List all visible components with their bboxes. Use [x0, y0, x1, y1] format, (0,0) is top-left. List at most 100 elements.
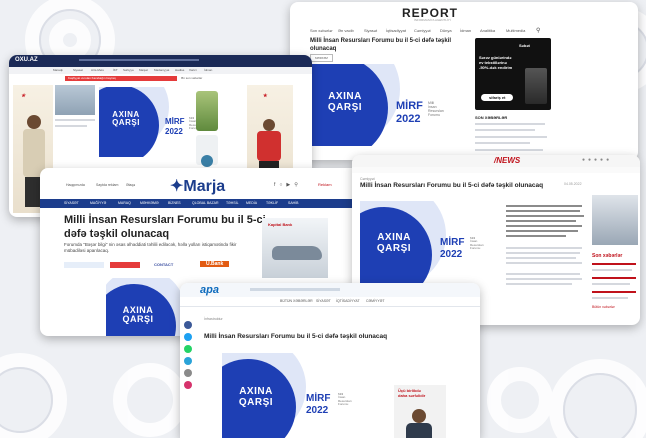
axina-qarsi-banner: AXINAQARŞI MİRF 2022 MilliİnsanResurslar… — [99, 87, 207, 157]
nav-item[interactable]: MEDİA — [246, 201, 257, 205]
oxu-logo[interactable]: OXU.AZ — [15, 57, 38, 63]
nav-item[interactable]: İdman — [204, 68, 212, 72]
nav-item[interactable]: MƏHKƏMƏ — [140, 201, 159, 205]
nav-item[interactable]: Cəmiyyət — [414, 28, 431, 33]
oxu-latest-link[interactable]: Ən son xəbərlər — [181, 76, 202, 80]
news-date: 04.05.2022 — [564, 182, 582, 186]
search-icon[interactable]: ⚲ — [294, 182, 302, 188]
marja-logo-icon: ✦ — [170, 178, 184, 195]
news-logo[interactable]: /NEWS — [494, 156, 520, 165]
nav-item[interactable]: Xarici — [189, 68, 197, 72]
nav-item[interactable]: Ən vacib — [338, 28, 354, 33]
ad-order-button[interactable]: sifariş et — [481, 94, 514, 101]
date-text — [422, 55, 423, 59]
top-link[interactable]: Haqqımızda — [66, 183, 85, 187]
banner-title: AXINA QARŞI — [376, 232, 412, 254]
whatsapp-icon[interactable] — [184, 345, 192, 353]
nav-item[interactable]: SİYASƏT — [316, 299, 331, 303]
axina-qarsi-banner: AXINAQARŞI MİRF 2022 MilliİnsanResurslar… — [360, 201, 500, 285]
nav-item[interactable]: Analitika — [480, 28, 495, 33]
product-image[interactable] — [196, 91, 218, 131]
banner-title: AXINA QARŞI — [327, 91, 363, 113]
news-sidebar-ad[interactable] — [592, 195, 638, 245]
nav-item[interactable]: İQTİSADİYYAT — [336, 299, 360, 303]
nav-item[interactable]: Dünya — [440, 28, 452, 33]
link-icon[interactable] — [184, 369, 192, 377]
top-link[interactable]: Əlaqə — [126, 183, 135, 187]
all-news-link[interactable]: Bütün xəbərlər — [592, 305, 615, 309]
banner-event: MİRF — [165, 117, 185, 126]
axina-qarsi-banner: AXINAQARŞI MİRF 2022 MilliİnsanResurslar… — [310, 64, 465, 146]
telegram-icon[interactable] — [184, 357, 192, 365]
banner-event: MİRF — [306, 393, 331, 404]
nav-item[interactable]: İKT — [113, 68, 118, 72]
banner-subtitle: MilliİnsanResurslarıForumu — [428, 101, 444, 118]
report-nav: Son xəbərlər Ən vacib Siyasət İqtisadiyy… — [310, 28, 620, 34]
nav-item[interactable]: Maraqlı — [53, 68, 63, 72]
marja-title: Milli İnsan Resursları Forumu bu il 5-ci… — [64, 214, 266, 240]
report-sidebar-ad[interactable]: Səbət Sərəv günlərində ev tekstillərinə -5… — [475, 38, 551, 110]
nav-item[interactable]: İqtisadiyyat — [386, 28, 406, 33]
banner-title: AXINA QARŞI — [238, 386, 274, 408]
report-tag[interactable]: MƏRKƏZ — [310, 54, 334, 62]
nav-item[interactable]: Multimedia — [506, 28, 525, 33]
banner-subtitle: MilliİnsanResurslarıForumu — [338, 392, 352, 407]
apa-side-ad[interactable]: Üçü birlikdə daha sərfəlidir — [394, 385, 446, 438]
marja-logo[interactable]: ✦Marja — [170, 176, 225, 196]
nav-item[interactable]: MAĞİYYƏ — [90, 201, 106, 205]
banner-title: AXINA QARŞI — [122, 305, 154, 325]
twitter-icon[interactable] — [184, 333, 192, 341]
marja-ad-link[interactable]: Reklam — [318, 182, 332, 187]
ad-text: Sərəv günlərində ev tekstillərinə -50%-dək… — [479, 55, 513, 71]
nav-item[interactable]: SAHİB — [288, 201, 299, 205]
product-image — [525, 68, 547, 104]
nav-item[interactable]: BİZNES — [168, 201, 181, 205]
news-tag[interactable]: Cəmiyyət — [360, 177, 375, 181]
axina-qarsi-banner: AXINAQARŞI MİRF 2022 MilliİnsanResurslar… — [222, 353, 372, 438]
top-link[interactable]: Saytda reklam — [96, 183, 118, 187]
banner-year: 2022 — [440, 249, 463, 260]
report-screenshot-card: REPORT İNFORMASİYA AGENTLİYİ Son xəbərlə… — [290, 2, 638, 160]
nav-item[interactable]: Səhiyyə — [123, 68, 134, 72]
nav-item[interactable]: TƏHSİL — [226, 201, 239, 205]
nav-item[interactable]: Hadisə — [175, 68, 184, 72]
heart-icon[interactable] — [184, 381, 192, 389]
apa-logo[interactable]: apa — [200, 284, 219, 296]
nav-item[interactable]: Mədəniyyət — [154, 68, 169, 72]
banner-year: 2022 — [396, 113, 421, 125]
ad-brand: Səbət — [519, 43, 530, 48]
ad-bank-label: Kapital Bank — [268, 222, 293, 227]
nav-item[interactable]: Siyasət — [364, 28, 377, 33]
banner-subtitle: MilliİnsanResurslarıForumu — [470, 236, 484, 251]
banner-event: MİRF — [440, 237, 465, 248]
marja-ad-strip[interactable]: CONTACT U.Bank — [64, 261, 244, 272]
marja-top-links: Haqqımızda Saytda reklam Əlaqə — [66, 183, 186, 189]
ad-logo-icon: ★ — [263, 93, 268, 99]
apa-title: Milli İnsan Resursları Forumu bu il 5-ci… — [204, 333, 388, 340]
ad-contact-label: CONTACT — [154, 262, 174, 267]
nav-item[interactable]: Son xəbərlər — [310, 28, 333, 33]
nav-item[interactable]: İdman — [460, 28, 471, 33]
article-thumbnail[interactable] — [55, 85, 95, 115]
nav-item[interactable]: BÜTÜN XƏBƏRLƏR — [280, 299, 313, 303]
nav-item[interactable]: TƏKLİF — [266, 201, 278, 205]
nav-item[interactable]: SİYASƏT — [64, 201, 79, 205]
report-tagline: İNFORMASİYA AGENTLİYİ — [414, 18, 451, 22]
nav-item[interactable]: Arts-Mets — [91, 68, 104, 72]
marja-lead: Forumda "Bəşər bilgi" nin əsas əlhəddiat… — [64, 242, 237, 254]
report-title: Milli İnsan Resursları Forumu bu il 5-ci… — [310, 38, 452, 52]
ad-logo-icon: ★ — [21, 93, 26, 99]
nav-item[interactable]: QLOBAL BAZAR — [192, 201, 219, 205]
breadcrumb[interactable]: İnfrastruktur — [204, 317, 223, 321]
nav-item[interactable]: CƏMİYYƏT — [366, 299, 385, 303]
nav-item[interactable]: Məişət — [139, 68, 148, 72]
oxu-breaking-strip[interactable]: Kəşfiyyat vurulan Karabağın bayraq — [65, 76, 177, 81]
nav-item[interactable]: Siyasət — [73, 68, 83, 72]
sidebar-title: Son xəbərlər — [592, 253, 623, 259]
banner-year: 2022 — [165, 127, 183, 136]
facebook-icon[interactable] — [184, 321, 192, 329]
banner-title: AXINA QARŞI — [112, 110, 140, 128]
search-icon[interactable]: ⚲ — [536, 27, 540, 34]
nav-item[interactable]: MARAQ — [118, 201, 131, 205]
marja-side-ad[interactable]: Kapital Bank — [262, 218, 328, 278]
